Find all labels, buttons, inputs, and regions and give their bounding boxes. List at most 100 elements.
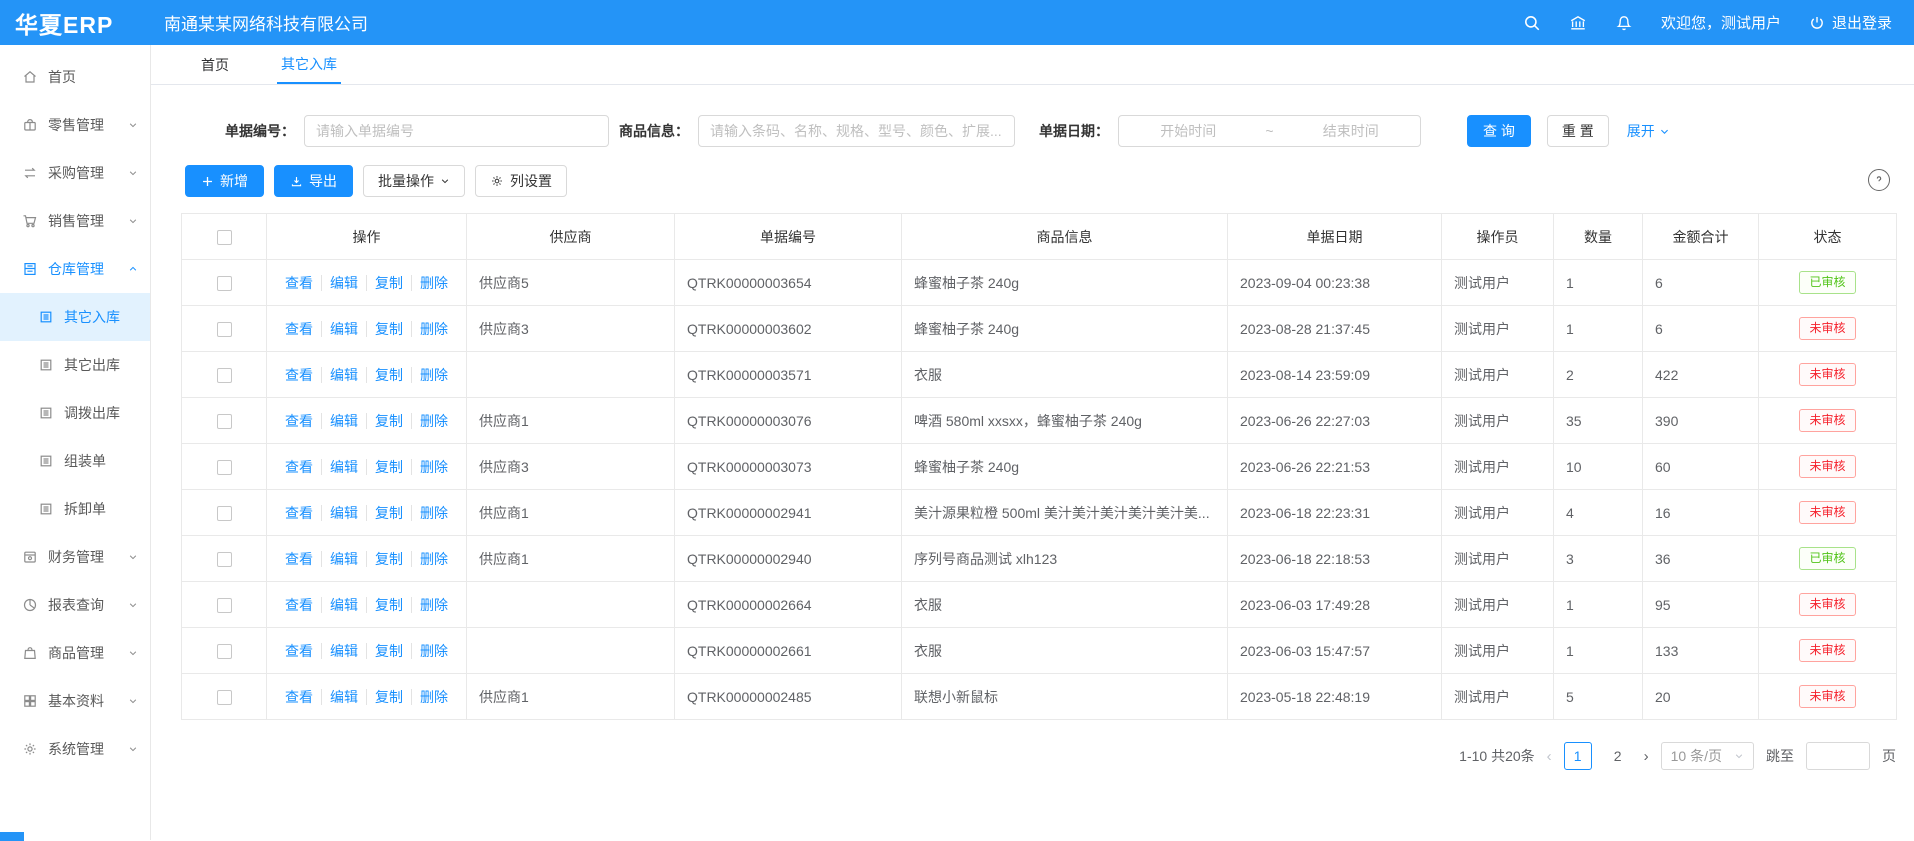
- doc-no-input[interactable]: [304, 115, 609, 147]
- delete-link[interactable]: 删除: [411, 459, 456, 475]
- tab-other-inbound[interactable]: 其它入库: [277, 45, 341, 84]
- row-checkbox[interactable]: [217, 368, 232, 383]
- sidebar-item-home[interactable]: 首页: [0, 53, 150, 101]
- copy-link[interactable]: 复制: [366, 505, 411, 521]
- page-button-1[interactable]: 1: [1564, 742, 1592, 770]
- edit-link[interactable]: 编辑: [321, 459, 366, 475]
- delete-link[interactable]: 删除: [411, 367, 456, 383]
- copy-link[interactable]: 复制: [366, 413, 411, 429]
- row-checkbox[interactable]: [217, 506, 232, 521]
- row-checkbox[interactable]: [217, 322, 232, 337]
- sidebar-item-transfer-outbound[interactable]: 调拨出库: [0, 389, 150, 437]
- supplier-cell: 供应商1: [467, 490, 675, 536]
- sidebar-item-other-outbound[interactable]: 其它出库: [0, 341, 150, 389]
- sidebar-item-products[interactable]: 商品管理: [0, 629, 150, 677]
- page-size-select[interactable]: 10 条/页: [1661, 742, 1754, 770]
- sidebar-item-label: 系统管理: [48, 739, 104, 759]
- row-checkbox[interactable]: [217, 598, 232, 613]
- delete-link[interactable]: 删除: [411, 275, 456, 291]
- add-button[interactable]: 新增: [185, 165, 264, 197]
- delete-link[interactable]: 删除: [411, 321, 456, 337]
- copy-link[interactable]: 复制: [366, 275, 411, 291]
- delete-link[interactable]: 删除: [411, 505, 456, 521]
- sidebar-item-system[interactable]: 系统管理: [0, 725, 150, 773]
- data-table: 操作 供应商 单据编号 商品信息 单据日期 操作员 数量 金额合计 状态: [181, 213, 1896, 720]
- row-checkbox[interactable]: [217, 644, 232, 659]
- edit-link[interactable]: 编辑: [321, 689, 366, 705]
- page-button-2[interactable]: 2: [1604, 742, 1632, 770]
- jump-page-label: 页: [1882, 746, 1896, 766]
- date-range-input[interactable]: 开始时间 ~ 结束时间: [1118, 115, 1421, 147]
- sidebar-item-disassembly[interactable]: 拆卸单: [0, 485, 150, 533]
- copy-link[interactable]: 复制: [366, 551, 411, 567]
- sidebar-item-other-inbound[interactable]: 其它入库: [0, 293, 150, 341]
- row-checkbox[interactable]: [217, 460, 232, 475]
- copy-link[interactable]: 复制: [366, 643, 411, 659]
- sidebar-item-reports[interactable]: 报表查询: [0, 581, 150, 629]
- edit-link[interactable]: 编辑: [321, 321, 366, 337]
- sidebar-item-purchase[interactable]: 采购管理: [0, 149, 150, 197]
- edit-link[interactable]: 编辑: [321, 643, 366, 659]
- sidebar-item-basic-data[interactable]: 基本资料: [0, 677, 150, 725]
- delete-link[interactable]: 删除: [411, 413, 456, 429]
- expand-link[interactable]: 展开: [1627, 121, 1670, 141]
- sidebar-item-warehouse[interactable]: 仓库管理: [0, 245, 150, 293]
- sidebar-item-sales[interactable]: 销售管理: [0, 197, 150, 245]
- bell-icon[interactable]: [1615, 14, 1633, 32]
- view-link[interactable]: 查看: [277, 643, 321, 659]
- product-cell: 啤酒 580ml xxsxx，蜂蜜柚子茶 240g: [902, 398, 1228, 444]
- view-link[interactable]: 查看: [277, 505, 321, 521]
- copy-link[interactable]: 复制: [366, 597, 411, 613]
- sidebar-item-retail[interactable]: 零售管理: [0, 101, 150, 149]
- product-input[interactable]: [698, 115, 1015, 147]
- copy-link[interactable]: 复制: [366, 367, 411, 383]
- help-icon[interactable]: [1868, 169, 1890, 191]
- delete-link[interactable]: 删除: [411, 689, 456, 705]
- sidebar-item-label: 财务管理: [48, 547, 104, 567]
- view-link[interactable]: 查看: [277, 321, 321, 337]
- copy-link[interactable]: 复制: [366, 321, 411, 337]
- amount-cell: 422: [1643, 352, 1759, 398]
- delete-link[interactable]: 删除: [411, 643, 456, 659]
- sidebar-item-finance[interactable]: 财务管理: [0, 533, 150, 581]
- operator-cell: 测试用户: [1442, 444, 1554, 490]
- delete-link[interactable]: 删除: [411, 551, 456, 567]
- batch-actions-button[interactable]: 批量操作: [363, 165, 465, 197]
- view-link[interactable]: 查看: [277, 459, 321, 475]
- view-link[interactable]: 查看: [277, 551, 321, 567]
- product-cell: 蜂蜜柚子茶 240g: [902, 444, 1228, 490]
- edit-link[interactable]: 编辑: [321, 597, 366, 613]
- view-link[interactable]: 查看: [277, 597, 321, 613]
- prev-page-button[interactable]: ‹: [1547, 748, 1552, 765]
- edit-link[interactable]: 编辑: [321, 505, 366, 521]
- view-link[interactable]: 查看: [277, 367, 321, 383]
- tab-home[interactable]: 首页: [197, 45, 233, 84]
- edit-link[interactable]: 编辑: [321, 275, 366, 291]
- view-link[interactable]: 查看: [277, 689, 321, 705]
- search-button[interactable]: 查 询: [1467, 115, 1531, 147]
- column-settings-button[interactable]: 列设置: [475, 165, 567, 197]
- bank-icon[interactable]: [1569, 14, 1587, 32]
- sidebar-item-assembly[interactable]: 组装单: [0, 437, 150, 485]
- delete-link[interactable]: 删除: [411, 597, 456, 613]
- row-checkbox[interactable]: [217, 690, 232, 705]
- edit-link[interactable]: 编辑: [321, 367, 366, 383]
- next-page-button[interactable]: ›: [1644, 748, 1649, 765]
- view-link[interactable]: 查看: [277, 413, 321, 429]
- qty-cell: 1: [1554, 628, 1643, 674]
- edit-link[interactable]: 编辑: [321, 413, 366, 429]
- logout-button[interactable]: 退出登录: [1809, 12, 1892, 33]
- edit-link[interactable]: 编辑: [321, 551, 366, 567]
- export-button[interactable]: 导出: [274, 165, 353, 197]
- row-checkbox[interactable]: [217, 552, 232, 567]
- row-checkbox[interactable]: [217, 276, 232, 291]
- copy-link[interactable]: 复制: [366, 689, 411, 705]
- search-icon[interactable]: [1523, 14, 1541, 32]
- view-link[interactable]: 查看: [277, 275, 321, 291]
- jump-to-input[interactable]: [1806, 742, 1870, 770]
- doc-no-cell: QTRK00000003076: [675, 398, 902, 444]
- row-checkbox[interactable]: [217, 414, 232, 429]
- select-all-checkbox[interactable]: [217, 230, 232, 245]
- reset-button[interactable]: 重 置: [1547, 115, 1609, 147]
- copy-link[interactable]: 复制: [366, 459, 411, 475]
